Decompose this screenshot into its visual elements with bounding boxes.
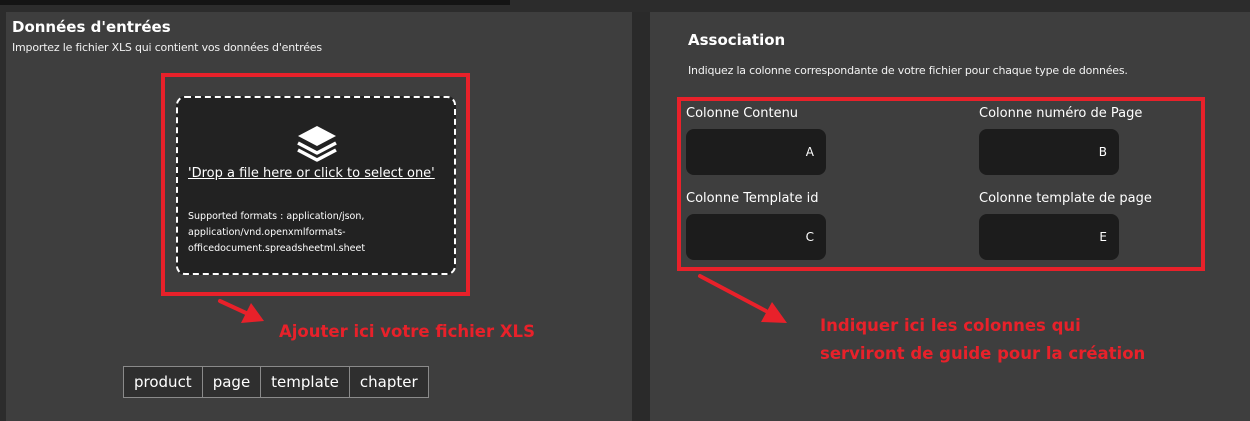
template-id-column-label: Colonne Template id [686, 191, 819, 206]
layers-icon [297, 126, 337, 162]
association-subtitle: Indiquez la colonne correspondante de vo… [688, 64, 1128, 77]
tag-template[interactable]: template [260, 366, 350, 398]
columns-annotation-line-1: Indiquer ici les colonnes qui [820, 316, 1081, 335]
tag-chapter[interactable]: chapter [348, 366, 429, 398]
dropzone-link-text[interactable]: 'Drop a file here or click to select one… [188, 164, 438, 184]
columns-annotation-line-2: serviront de guide pour la création [820, 344, 1146, 363]
dropzone-supported-formats: Supported formats : application/json, ap… [188, 211, 366, 254]
input-data-subtitle: Importez le fichier XLS qui contient vos… [12, 41, 322, 54]
page-template-column-label: Colonne template de page [979, 191, 1152, 206]
page-template-column-input[interactable] [979, 214, 1119, 260]
input-data-title: Données d'entrées [12, 18, 171, 36]
add-file-annotation: Ajouter ici votre fichier XLS [279, 322, 535, 341]
column-tags: product page template chapter [123, 366, 429, 398]
file-dropzone[interactable]: 'Drop a file here or click to select one… [176, 96, 456, 275]
page-number-column-input[interactable] [979, 129, 1119, 175]
panel-divider [632, 12, 650, 421]
association-title: Association [688, 31, 786, 49]
template-id-column-input[interactable] [686, 214, 826, 260]
tag-page[interactable]: page [201, 366, 262, 398]
page-number-column-label: Colonne numéro de Page [979, 106, 1143, 121]
content-column-label: Colonne Contenu [686, 106, 799, 121]
content-column-input[interactable] [686, 129, 826, 175]
top-bar [0, 0, 510, 5]
tag-product[interactable]: product [123, 366, 203, 398]
